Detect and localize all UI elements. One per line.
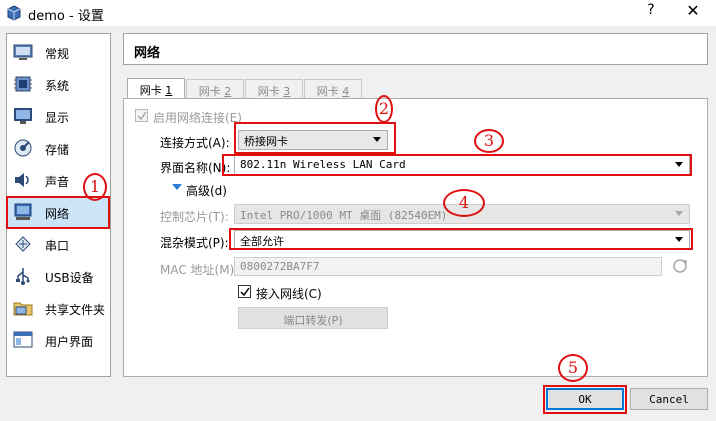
help-button[interactable]: ?: [640, 2, 662, 22]
advanced-toggle[interactable]: 高级(d): [186, 182, 227, 199]
shared-folder-icon: [13, 298, 33, 318]
chevron-down-icon: [675, 211, 683, 216]
tab-adapter-3[interactable]: 网卡 3: [245, 79, 303, 99]
annotation-circle-3: 3: [474, 129, 504, 153]
page-title: 网络: [134, 46, 161, 61]
sidebar-item-label: 共享文件夹: [45, 303, 106, 317]
sidebar-item-label: USB设备: [45, 271, 94, 285]
sidebar-item-label: 用户界面: [45, 335, 94, 349]
sidebar-item-label: 串口: [45, 239, 70, 253]
tab-adapter-2[interactable]: 网卡 2: [186, 79, 244, 99]
enable-adapter-label: 启用网络连接(E): [153, 111, 242, 125]
window-title: demo - 设置: [28, 9, 104, 24]
tab-adapter-1[interactable]: 网卡 1: [127, 78, 185, 99]
adapter-name-label: 界面名称(N):: [160, 161, 231, 175]
user-interface-icon: [13, 330, 33, 350]
serial-icon: [13, 234, 33, 254]
annotation-box-ok: [543, 385, 627, 414]
tab-adapter-4[interactable]: 网卡 4: [304, 79, 362, 99]
adapter-type-label: 控制芯片(T):: [160, 210, 229, 224]
sidebar-item-usb[interactable]: USB设备: [7, 261, 110, 291]
attached-to-label: 连接方式(A):: [160, 136, 230, 150]
virtualbox-app-icon: [6, 5, 22, 21]
sidebar-item-general[interactable]: 常规: [7, 37, 110, 67]
promiscuous-mode-label: 混杂模式(P):: [160, 236, 229, 250]
sidebar-item-label: 声音: [45, 175, 70, 189]
storage-icon: [13, 138, 33, 158]
sidebar-item-system[interactable]: 系统: [7, 69, 110, 99]
annotation-box-adapter-name: [222, 154, 692, 176]
annotation-box-attached-to: [234, 122, 396, 154]
cable-connected-label: 接入网线(C): [256, 287, 322, 301]
mac-address-field[interactable]: 0800272BA7F7: [234, 257, 662, 276]
sidebar-item-display[interactable]: 显示: [7, 101, 110, 131]
cable-connected-checkbox[interactable]: [238, 285, 251, 298]
sidebar-item-label: 存储: [45, 143, 70, 157]
sidebar-item-shared-folders[interactable]: 共享文件夹: [7, 293, 110, 323]
enable-adapter-checkbox[interactable]: [135, 109, 148, 122]
usb-icon: [13, 266, 33, 286]
refresh-mac-icon[interactable]: [672, 258, 688, 274]
sidebar-item-label: 显示: [45, 111, 70, 125]
annotation-circle-4: 4: [443, 189, 485, 217]
annotation-circle-2: 2: [375, 95, 393, 123]
system-icon: [13, 74, 33, 94]
display-icon: [13, 106, 33, 126]
port-forwarding-button[interactable]: 端口转发(P): [238, 307, 388, 329]
adapter-type-value: Intel PRO/1000 MT 桌面 (82540EM): [240, 209, 448, 222]
annotation-circle-5: 5: [558, 354, 588, 382]
cancel-button[interactable]: Cancel: [630, 388, 708, 410]
sidebar-item-label: 系统: [45, 79, 70, 93]
page-header: 网络: [123, 33, 708, 65]
sidebar-item-user-interface[interactable]: 用户界面: [7, 325, 110, 355]
general-icon: [13, 42, 33, 62]
expand-triangle-icon[interactable]: [172, 184, 182, 190]
close-button[interactable]: ✕: [682, 1, 704, 23]
sidebar-item-storage[interactable]: 存储: [7, 133, 110, 163]
title-bar: demo - 设置 ? ✕: [0, 0, 716, 26]
sidebar-item-label: 常规: [45, 47, 70, 61]
annotation-circle-1: 1: [83, 173, 107, 201]
audio-icon: [13, 170, 33, 190]
annotation-box-promiscuous: [229, 228, 693, 250]
mac-address-label: MAC 地址(M):: [160, 263, 239, 277]
mac-address-value: 0800272BA7F7: [240, 260, 320, 273]
sidebar-item-serial[interactable]: 串口: [7, 229, 110, 259]
